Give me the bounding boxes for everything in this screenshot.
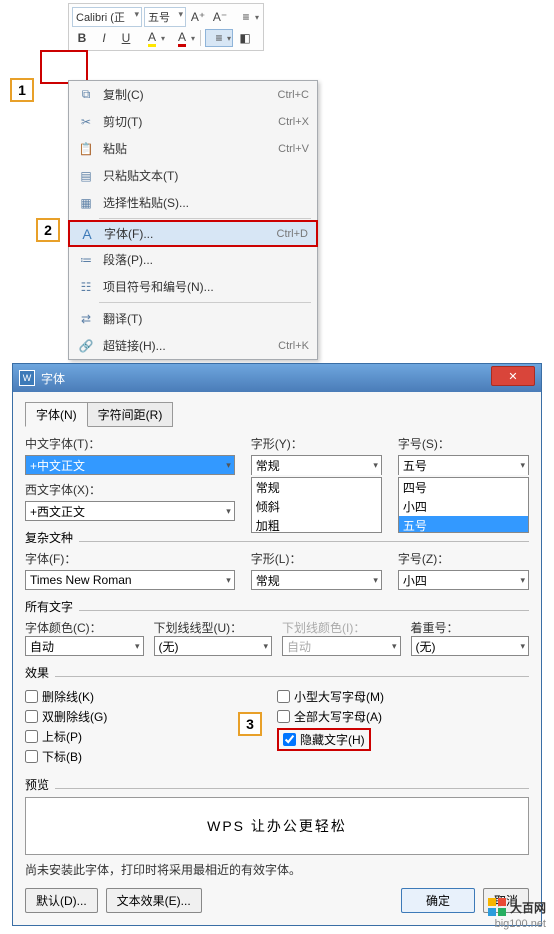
font-size-select[interactable]: 五号 — [144, 7, 186, 27]
font-family-select[interactable]: Calibri (正 — [72, 7, 142, 27]
complex-style-combo[interactable]: 常规 — [251, 570, 382, 590]
paste-text-icon: ▤ — [75, 169, 97, 183]
close-button[interactable]: ✕ — [491, 366, 535, 386]
copy-icon: ⧉ — [75, 87, 97, 102]
effects-label: 效果 — [25, 664, 49, 681]
menu-font[interactable]: A字体(F)...Ctrl+D — [68, 220, 318, 247]
menu-translate[interactable]: ⇄翻译(T) — [69, 305, 317, 332]
watermark-url: big100.net — [495, 918, 546, 930]
clipboard-icon: 📋 — [75, 142, 97, 156]
shrink-font-icon[interactable]: A⁻ — [210, 8, 230, 26]
bold-button[interactable]: B — [72, 29, 92, 47]
cn-font-label: 中文字体(T)： — [25, 435, 235, 452]
menu-paragraph[interactable]: ≔段落(P)... — [69, 246, 317, 273]
size-label: 字号(S)： — [398, 435, 529, 452]
menu-paste[interactable]: 📋粘贴Ctrl+V — [69, 135, 317, 162]
italic-button[interactable]: I — [94, 29, 114, 47]
font-color-icon[interactable]: A — [168, 29, 196, 47]
grow-font-icon[interactable]: A⁺ — [188, 8, 208, 26]
menu-paste-special[interactable]: ▦选择性粘贴(S)... — [69, 189, 317, 216]
callout-1: 1 — [10, 78, 34, 102]
cn-font-combo[interactable]: +中文正文 — [25, 455, 235, 475]
complex-script-label: 复杂文种 — [25, 529, 73, 546]
translate-icon: ⇄ — [75, 312, 97, 326]
menu-hyperlink[interactable]: 🔗超链接(H)...Ctrl+K — [69, 332, 317, 359]
underline-button[interactable]: U — [116, 29, 136, 47]
scissors-icon: ✂ — [75, 115, 97, 129]
highlight-color-icon[interactable]: A — [138, 29, 166, 47]
default-button[interactable]: 默认(D)... — [25, 888, 98, 913]
paste-special-icon: ▦ — [75, 196, 97, 210]
line-spacing-icon[interactable]: ≡ — [232, 8, 260, 26]
eraser-icon[interactable]: ◧ — [235, 29, 255, 47]
align-button[interactable]: ≡ — [205, 29, 233, 47]
underline-color-combo: 自动 — [282, 636, 401, 656]
highlight-box-1 — [40, 50, 88, 84]
callout-3: 3 — [238, 712, 262, 736]
style-input[interactable]: 常规 — [251, 455, 382, 475]
chk-small-caps[interactable]: 小型大写字母(M) — [277, 688, 529, 705]
text-effects-button[interactable]: 文本效果(E)... — [106, 888, 202, 913]
font-install-note: 尚未安装此字体，打印时将采用最相近的有效字体。 — [25, 861, 529, 878]
app-icon: W — [19, 370, 35, 386]
formatting-toolbar: Calibri (正 五号 A⁺ A⁻ ≡ B I U A A ≡ ◧ — [68, 3, 264, 51]
paragraph-icon: ≔ — [75, 253, 97, 267]
ok-button[interactable]: 确定 — [401, 888, 475, 913]
dialog-titlebar: W 字体 ✕ — [13, 364, 541, 392]
dialog-title: 字体 — [41, 370, 65, 387]
menu-bullets[interactable]: ☷项目符号和编号(N)... — [69, 273, 317, 300]
font-dialog: W 字体 ✕ 字体(N) 字符间距(R) 中文字体(T)： +中文正文 字形(Y… — [12, 363, 542, 926]
style-label: 字形(Y)： — [251, 435, 382, 452]
complex-size-combo[interactable]: 小四 — [398, 570, 529, 590]
chk-hidden-text[interactable]: 隐藏文字(H) — [283, 731, 365, 748]
tab-char-spacing[interactable]: 字符间距(R) — [87, 402, 174, 427]
preview-box: WPS 让办公更轻松 — [25, 797, 529, 855]
en-font-label: 西文字体(X)： — [25, 481, 235, 498]
menu-paste-text[interactable]: ▤只粘贴文本(T) — [69, 162, 317, 189]
en-font-combo[interactable]: +西文正文 — [25, 501, 235, 521]
menu-cut[interactable]: ✂剪切(T)Ctrl+X — [69, 108, 317, 135]
chk-all-caps[interactable]: 全部大写字母(A) — [277, 708, 529, 725]
all-text-label: 所有文字 — [25, 598, 73, 615]
context-menu: ⧉复制(C)Ctrl+C ✂剪切(T)Ctrl+X 📋粘贴Ctrl+V ▤只粘贴… — [68, 80, 318, 360]
font-color-combo[interactable]: 自动 — [25, 636, 144, 656]
chk-strikethrough[interactable]: 删除线(K) — [25, 688, 277, 705]
underline-style-combo[interactable]: (无) — [154, 636, 273, 656]
chk-subscript[interactable]: 下标(B) — [25, 748, 277, 765]
menu-copy[interactable]: ⧉复制(C)Ctrl+C — [69, 81, 317, 108]
emphasis-combo[interactable]: (无) — [411, 636, 530, 656]
size-input[interactable]: 五号 — [398, 455, 529, 475]
watermark-logo: 大百网 — [488, 898, 546, 916]
complex-font-combo[interactable]: Times New Roman — [25, 570, 235, 590]
tab-font[interactable]: 字体(N) — [25, 402, 88, 427]
preview-label: 预览 — [25, 776, 49, 793]
callout-2: 2 — [36, 218, 60, 242]
link-icon: 🔗 — [75, 339, 97, 353]
list-icon: ☷ — [75, 280, 97, 294]
font-icon: A — [76, 226, 98, 242]
